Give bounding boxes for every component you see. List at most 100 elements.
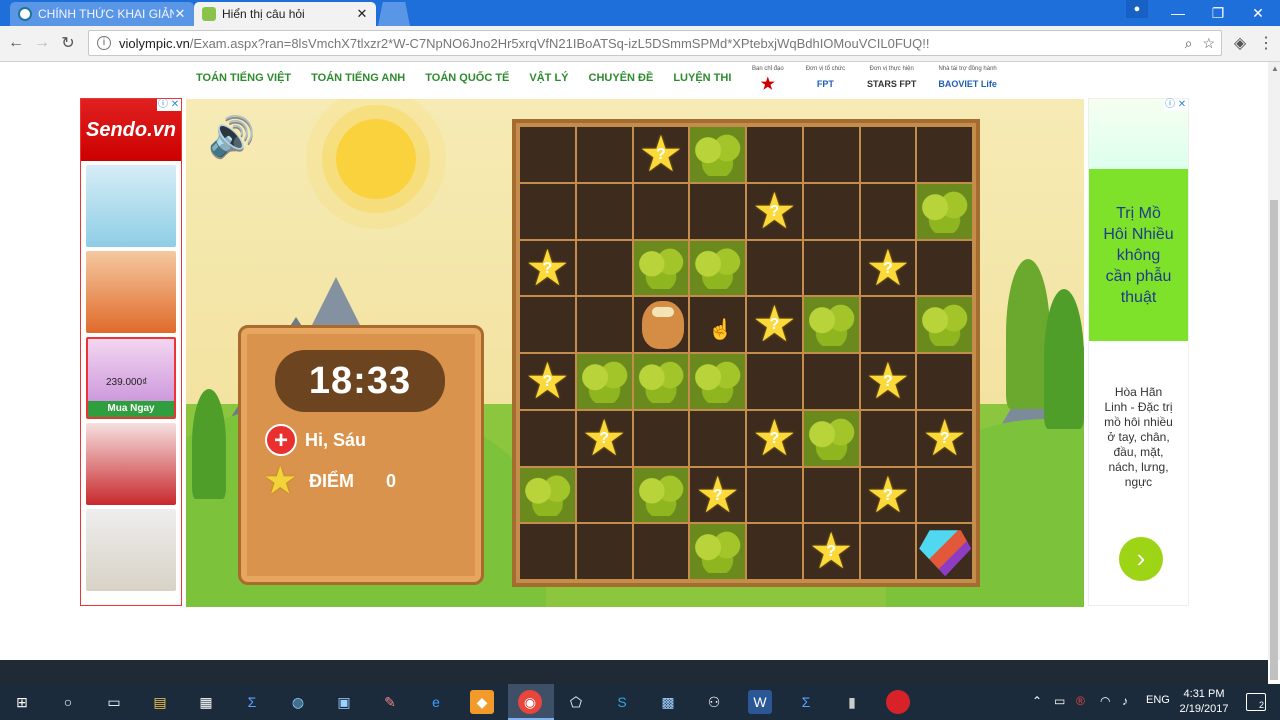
window-app-icon[interactable]: ▣ — [332, 690, 356, 714]
sound-icon[interactable]: 🔊 — [208, 117, 255, 157]
grid-cell-star[interactable]: ★? — [633, 127, 689, 182]
question-star-icon[interactable]: ★? — [634, 127, 689, 182]
left-advertisement[interactable]: ⓘ ✕ Sendo.vn 239.000₫ Mua Ngay — [80, 98, 182, 606]
nav-item-toan-quoc-te[interactable]: TOÁN QUỐC TẾ — [425, 72, 509, 84]
grid-cell-player[interactable] — [633, 297, 689, 352]
store-icon[interactable]: ▦ — [194, 690, 218, 714]
grid-cell-star[interactable]: ★? — [917, 410, 972, 466]
word-icon[interactable]: W — [748, 690, 772, 714]
globe-app-icon[interactable]: ◍ — [286, 690, 310, 714]
address-bar[interactable]: i violympic.vn/Exam.aspx?ran=8lsVmchX7tl… — [88, 30, 1222, 56]
ad-close-icon[interactable]: ✕ — [1176, 99, 1188, 111]
product-image[interactable] — [86, 165, 176, 247]
grid-cell-empty[interactable] — [633, 524, 689, 579]
question-star-icon[interactable]: ★? — [861, 354, 916, 409]
grid-cell-empty[interactable] — [520, 297, 575, 352]
question-star-icon[interactable]: ★? — [747, 184, 802, 239]
paint-app-icon[interactable]: ✎ — [378, 690, 402, 714]
record-app-icon[interactable] — [886, 690, 910, 714]
sigma-app-icon[interactable]: Σ — [794, 690, 818, 714]
grid-cell-star[interactable]: ★? — [520, 354, 575, 409]
cortana-icon[interactable]: ○ — [56, 690, 80, 714]
new-tab-button[interactable] — [378, 2, 410, 26]
menu-icon[interactable]: ⋮ — [1254, 31, 1278, 55]
file-explorer-icon[interactable]: ▤ — [148, 690, 172, 714]
sponsor-dong-hanh[interactable]: Nhà tài trợ đồng hành BAOVIET Life — [938, 66, 997, 93]
grid-cell-empty[interactable] — [803, 467, 859, 523]
grid-cell-empty[interactable] — [860, 127, 916, 182]
ad-info-icon[interactable]: ⓘ — [1164, 99, 1176, 111]
grid-cell-empty[interactable] — [803, 354, 859, 409]
grid-cell-empty[interactable] — [803, 127, 859, 182]
game-app-icon[interactable]: ◆ — [470, 690, 494, 714]
reload-icon[interactable]: ↻ — [56, 31, 80, 55]
product-image[interactable]: 239.000₫ Mua Ngay — [86, 337, 176, 419]
product-image[interactable] — [86, 509, 176, 591]
wifi-icon[interactable]: ◠ — [1100, 694, 1110, 708]
grid-cell-empty[interactable] — [803, 183, 859, 239]
sponsor-thuc-hien[interactable]: Đơn vị thực hiện STARS FPT — [867, 66, 916, 93]
grid-cell-empty[interactable] — [917, 240, 972, 296]
grid-cell-star[interactable]: ★? — [690, 467, 745, 523]
grid-cell-empty[interactable] — [520, 524, 575, 579]
battery-icon[interactable]: ▭ — [1054, 694, 1065, 708]
edge-icon[interactable]: e — [424, 690, 448, 714]
scrollbar-thumb[interactable] — [1270, 200, 1278, 680]
grid-cell-bush[interactable] — [633, 467, 689, 523]
nav-item-chuyen-de[interactable]: CHUYÊN ĐỀ — [589, 72, 654, 84]
grid-cell-star[interactable]: ★? — [860, 240, 916, 296]
card-app-icon[interactable]: ▩ — [656, 690, 680, 714]
notification-center-icon[interactable]: 2 — [1246, 693, 1266, 711]
user-profile-icon[interactable]: ● — [1126, 0, 1148, 18]
right-advertisement[interactable]: ⓘ ✕ Trị Mồ Hôi Nhiều không cần phẫu thuậ… — [1088, 98, 1189, 606]
grid-cell-bush[interactable] — [690, 240, 745, 296]
grid-cell-empty[interactable] — [690, 183, 745, 239]
zoom-icon[interactable]: ⌕ — [1185, 35, 1193, 52]
volume-icon[interactable]: ♪ — [1122, 694, 1128, 708]
sponsor-ban-chi-dao[interactable]: Ban chỉ đạo ★ — [752, 66, 784, 93]
grid-cell-bush[interactable] — [633, 354, 689, 409]
grid-cell-empty[interactable] — [860, 183, 916, 239]
grid-cell-empty[interactable] — [747, 467, 802, 523]
nav-item-toan-tieng-viet[interactable]: TOÁN TIẾNG VIỆT — [196, 72, 291, 84]
grid-cell-star[interactable]: ★? — [860, 467, 916, 523]
grid-cell-star[interactable]: ★? — [803, 524, 859, 579]
page-scrollbar[interactable]: ▲ — [1268, 62, 1280, 680]
grid-cell-empty[interactable] — [860, 410, 916, 466]
grid-cell-star[interactable]: ★? — [520, 240, 575, 296]
usb-app-icon[interactable]: ▮ — [840, 690, 864, 714]
grid-cell-empty[interactable] — [747, 354, 802, 409]
question-star-icon[interactable]: ★? — [861, 241, 916, 296]
question-star-icon[interactable]: ★? — [861, 468, 916, 523]
grid-cell-empty[interactable] — [917, 467, 972, 523]
question-star-icon[interactable]: ★? — [520, 241, 575, 296]
grid-cell-star[interactable]: ★? — [860, 354, 916, 409]
product-image[interactable] — [86, 423, 176, 505]
skype-icon[interactable]: S — [610, 690, 634, 714]
grid-cell-empty[interactable] — [576, 127, 632, 182]
grid-cell-empty[interactable] — [690, 410, 745, 466]
grid-cell-bush[interactable] — [690, 524, 745, 579]
grid-cell-empty[interactable] — [917, 127, 972, 182]
question-star-icon[interactable]: ★? — [577, 411, 632, 466]
question-star-icon[interactable]: ★? — [520, 354, 575, 409]
product-image[interactable] — [86, 251, 176, 333]
registered-app-icon[interactable]: ® — [1076, 694, 1085, 708]
question-star-icon[interactable]: ★? — [690, 468, 745, 523]
chevron-right-icon[interactable]: › — [1119, 537, 1163, 581]
forward-arrow-icon[interactable]: → — [30, 31, 54, 55]
window-close-icon[interactable]: ✕ — [1236, 0, 1280, 26]
sigma-app-icon[interactable]: Σ — [240, 690, 264, 714]
grid-cell-bush[interactable] — [803, 410, 859, 466]
grid-cell-bush[interactable] — [917, 183, 972, 239]
grid-cell-star[interactable]: ★? — [747, 297, 802, 352]
network-app-icon[interactable]: ⚇ — [702, 690, 726, 714]
grid-cell-empty[interactable] — [747, 524, 802, 579]
bookmark-star-icon[interactable]: ☆ — [1202, 35, 1215, 52]
grid-cell-star[interactable]: ★? — [747, 410, 802, 466]
chrome-icon[interactable]: ◉ — [518, 690, 542, 714]
question-star-icon[interactable]: ★? — [747, 297, 802, 352]
windows-start-icon[interactable]: ⊞ — [10, 690, 34, 714]
grid-cell-empty[interactable] — [520, 127, 575, 182]
tab-khai-giang[interactable]: CHÍNH THỨC KHAI GIẢNG ✕ — [10, 2, 194, 26]
